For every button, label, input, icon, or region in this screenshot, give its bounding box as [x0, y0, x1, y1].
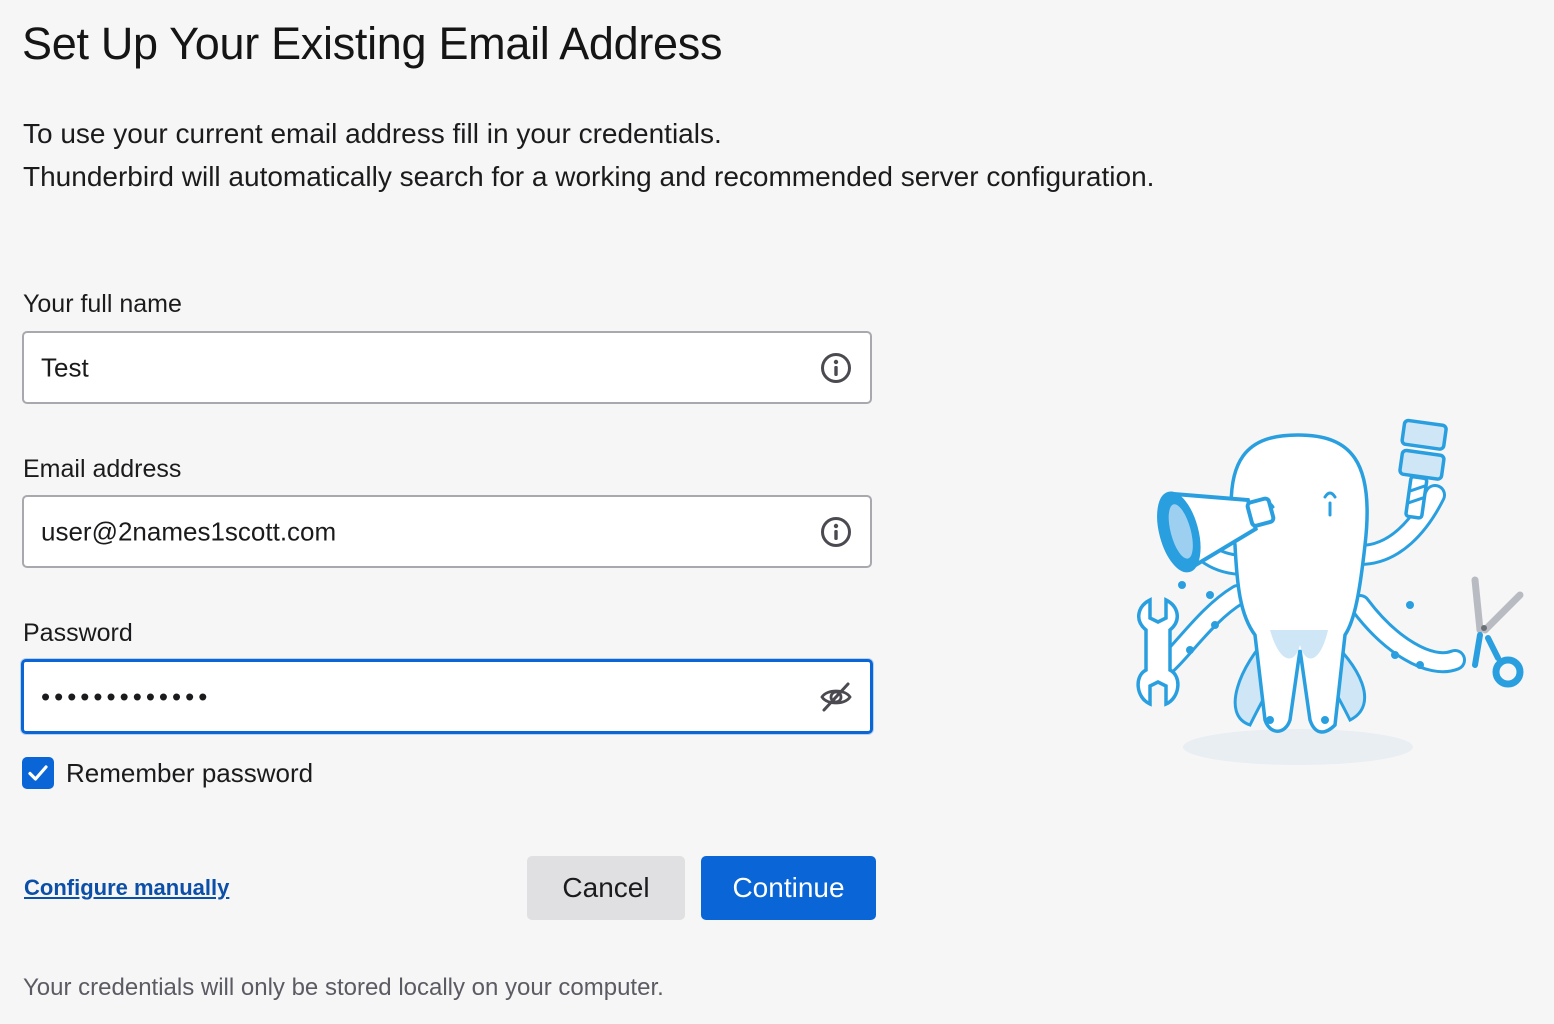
continue-button[interactable]: Continue: [701, 856, 876, 920]
credentials-note: Your credentials will only be stored loc…: [23, 974, 664, 1001]
eye-slash-icon[interactable]: [819, 680, 853, 714]
email-field[interactable]: [22, 495, 872, 568]
info-icon[interactable]: [819, 515, 853, 549]
page-title: Set Up Your Existing Email Address: [22, 18, 723, 69]
octopus-mascot-illustration: [1120, 415, 1530, 775]
remember-password-label[interactable]: Remember password: [66, 758, 313, 789]
full-name-input[interactable]: [41, 352, 801, 383]
full-name-label: Your full name: [23, 290, 182, 318]
password-label: Password: [23, 619, 133, 647]
email-label: Email address: [23, 455, 182, 483]
password-input[interactable]: •••••••••••••: [41, 681, 801, 712]
cancel-button[interactable]: Cancel: [527, 856, 685, 920]
intro-line-1: To use your current email address fill i…: [23, 118, 722, 149]
account-setup-page: Set Up Your Existing Email Address To us…: [0, 0, 1554, 1024]
email-input[interactable]: [41, 516, 801, 547]
password-field[interactable]: •••••••••••••: [21, 659, 873, 734]
configure-manually-link[interactable]: Configure manually: [24, 875, 229, 901]
remember-password-row[interactable]: Remember password: [22, 757, 313, 789]
intro-text: To use your current email address fill i…: [23, 112, 1154, 198]
checkmark-icon: [28, 765, 48, 781]
intro-line-2: Thunderbird will automatically search fo…: [23, 161, 1155, 192]
full-name-field[interactable]: [22, 331, 872, 404]
remember-password-checkbox[interactable]: [22, 757, 54, 789]
info-icon[interactable]: [819, 351, 853, 385]
